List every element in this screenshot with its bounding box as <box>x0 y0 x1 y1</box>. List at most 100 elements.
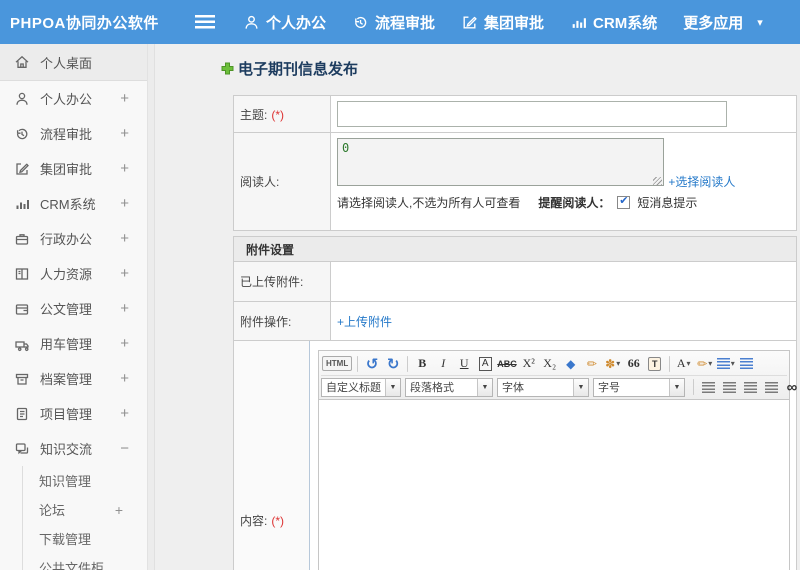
sidebar-item-group-approval[interactable]: 集团审批 + <box>0 151 147 186</box>
editor-tool-unordered-list[interactable] <box>737 354 757 374</box>
sidebar-subitem-knowledge-mgmt[interactable]: 知识管理 <box>23 466 147 495</box>
subject-label-cell: 主题: (*) <box>234 96 331 132</box>
sidebar-item-label: 人力资源 <box>40 267 93 282</box>
editor-content-area[interactable] <box>318 400 790 570</box>
select-readers-link[interactable]: +选择阅读人 <box>668 173 735 190</box>
expand-toggle-icon[interactable]: + <box>120 335 133 352</box>
subject-required-mark: (*) <box>271 108 285 122</box>
sidebar-item-admin-office[interactable]: 行政办公 + <box>0 221 147 256</box>
editor-tool-align-left[interactable] <box>698 377 718 397</box>
editor-tool-format-brush[interactable]: ✏ <box>582 354 602 374</box>
home-icon <box>14 54 30 70</box>
sidebar-item-personal-desktop[interactable]: 个人桌面 <box>0 44 147 81</box>
sidebar-subitem-download-mgmt[interactable]: 下载管理 <box>23 524 147 553</box>
book-icon <box>14 266 30 282</box>
sidebar-item-label: 个人办公 <box>40 92 93 107</box>
editor-tool-insert-link[interactable]: ∞ <box>782 377 800 397</box>
expand-toggle-icon[interactable]: + <box>120 300 133 317</box>
upload-attachment-link[interactable]: +上传附件 <box>337 313 392 330</box>
attachment-ops-row: 附件操作: +上传附件 <box>234 301 796 340</box>
nav-item-label: 集团审批 <box>484 14 545 32</box>
nav-item-workflow-approval[interactable]: 流程审批 <box>352 12 435 33</box>
subject-row: 主题: (*) <box>234 96 796 132</box>
editor-tool-underline[interactable]: U <box>454 354 474 374</box>
sidebar-item-knowledge-exchange[interactable]: 知识交流 − <box>0 431 147 466</box>
editor-tool-highlight-pen[interactable]: ✏ ▾ <box>695 354 715 374</box>
readers-textarea[interactable]: 0 <box>337 138 664 186</box>
sidebar-item-human-resources[interactable]: 人力资源 + <box>0 256 147 291</box>
textarea-resize-handle[interactable] <box>653 177 662 186</box>
expand-toggle-icon[interactable]: + <box>120 265 133 282</box>
sidebar-item-archive-mgmt[interactable]: 档案管理 + <box>0 361 147 396</box>
editor-tool-paste-plain[interactable]: T <box>645 354 665 374</box>
editor-tool-font-border[interactable]: A <box>475 354 495 374</box>
editor-tool-eraser[interactable]: ◆ <box>561 354 581 374</box>
chart-icon <box>14 196 30 212</box>
editor-tool-align-justify[interactable] <box>761 377 781 397</box>
attachment-section-title: 附件设置 <box>246 242 295 257</box>
subject-input[interactable] <box>337 101 727 127</box>
sidebar-item-label: 集团审批 <box>40 162 93 177</box>
sidebar-item-label: 公文管理 <box>40 302 93 317</box>
expand-toggle-icon[interactable]: + <box>120 90 133 107</box>
sidebar-item-workflow-approval[interactable]: 流程审批 + <box>0 116 147 151</box>
knowledge-exchange-submenu: 知识管理 论坛 + 下载管理 公共文件柜 <box>22 466 147 570</box>
sidebar-item-crm-system[interactable]: CRM系统 + <box>0 186 147 221</box>
editor-tool-ordered-list[interactable]: ▾ <box>716 354 736 374</box>
editor-tool-subscript[interactable]: X₂ <box>540 354 560 374</box>
nav-item-label: 个人办公 <box>266 14 327 32</box>
editor-tool-undo[interactable]: ↺ <box>362 354 382 374</box>
person-icon <box>243 14 260 31</box>
sidebar-item-vehicle-mgmt[interactable]: 用车管理 + <box>0 326 147 361</box>
expand-toggle-icon[interactable]: − <box>120 440 133 457</box>
editor-tool-redo[interactable]: ↻ <box>383 354 403 374</box>
chart-icon <box>570 14 587 31</box>
sidebar-subitem-public-file-cabinet[interactable]: 公共文件柜 <box>23 553 147 570</box>
sidebar-scrollbar[interactable] <box>148 44 155 570</box>
editor-tool-blockquote[interactable]: 66 <box>624 354 644 374</box>
editor-tool-separator-3 <box>668 355 670 372</box>
editor-tool-auto-typeset[interactable]: ✽ ▾ <box>603 354 623 374</box>
editor-tool-align-center[interactable] <box>719 377 739 397</box>
nav-item-personal-office[interactable]: 个人办公 <box>243 12 326 33</box>
editor-tool-html-source[interactable]: HTML <box>321 354 353 374</box>
editor-select-font-family[interactable]: 字体 ▼ <box>497 377 589 397</box>
sidebar-item-personal-office[interactable]: 个人办公 + <box>0 81 147 116</box>
expand-toggle-icon[interactable]: + <box>115 502 137 518</box>
sms-checkbox[interactable] <box>617 196 631 209</box>
nav-item-more-apps[interactable]: 更多应用 ▾ <box>683 12 763 33</box>
top-header: PHPOA协同办公软件 个人办公 流程审批 集团审批 CRM系统 更多应用 ▾ <box>0 0 800 44</box>
sidebar-item-document-mgmt[interactable]: 公文管理 + <box>0 291 147 326</box>
nav-item-label: CRM系统 <box>593 14 658 32</box>
hamburger-menu-icon[interactable] <box>195 15 215 29</box>
expand-toggle-icon[interactable]: + <box>120 195 133 212</box>
editor-tool-italic[interactable]: I <box>433 354 453 374</box>
expand-toggle-icon[interactable]: + <box>120 230 133 247</box>
sidebar-subitem-forum[interactable]: 论坛 + <box>23 495 147 524</box>
nav-item-crm-system[interactable]: CRM系统 <box>570 12 657 33</box>
top-nav: 个人办公 流程审批 集团审批 CRM系统 更多应用 ▾ <box>243 12 763 33</box>
editor-tool-superscript[interactable]: X² <box>519 354 539 374</box>
add-icon <box>221 62 234 75</box>
sidebar-subitem-label: 论坛 <box>39 503 66 518</box>
truck-icon <box>14 336 30 352</box>
editor-tool-align-right[interactable] <box>740 377 760 397</box>
expand-toggle-icon[interactable]: + <box>120 125 133 142</box>
expand-toggle-icon[interactable]: + <box>120 370 133 387</box>
expand-toggle-icon[interactable]: + <box>120 405 133 422</box>
nav-item-group-approval[interactable]: 集团审批 <box>461 12 544 33</box>
briefcase-icon <box>14 231 30 247</box>
edit-icon <box>461 14 478 31</box>
uploaded-attachment-value <box>331 262 796 301</box>
editor-select-font-size[interactable]: 字号 ▼ <box>593 377 685 397</box>
editor-select-custom-title[interactable]: 自定义标题 ▼ <box>321 377 401 397</box>
expand-toggle-icon[interactable]: + <box>120 160 133 177</box>
sidebar: 个人桌面 个人办公 + 流程审批 + 集团审批 + CRM系统 + 行政办公 +… <box>0 44 148 570</box>
sidebar-item-project-mgmt[interactable]: 项目管理 + <box>0 396 147 431</box>
editor-select-paragraph-format[interactable]: 段落格式 ▼ <box>405 377 493 397</box>
chevron-down-icon: ▾ <box>686 359 691 368</box>
editor-tool-font-color[interactable]: A ▾ <box>674 354 694 374</box>
editor-tool-bold[interactable]: B <box>412 354 432 374</box>
editor-tool-strikethrough[interactable]: ABC <box>496 354 518 374</box>
history-icon <box>352 14 369 31</box>
